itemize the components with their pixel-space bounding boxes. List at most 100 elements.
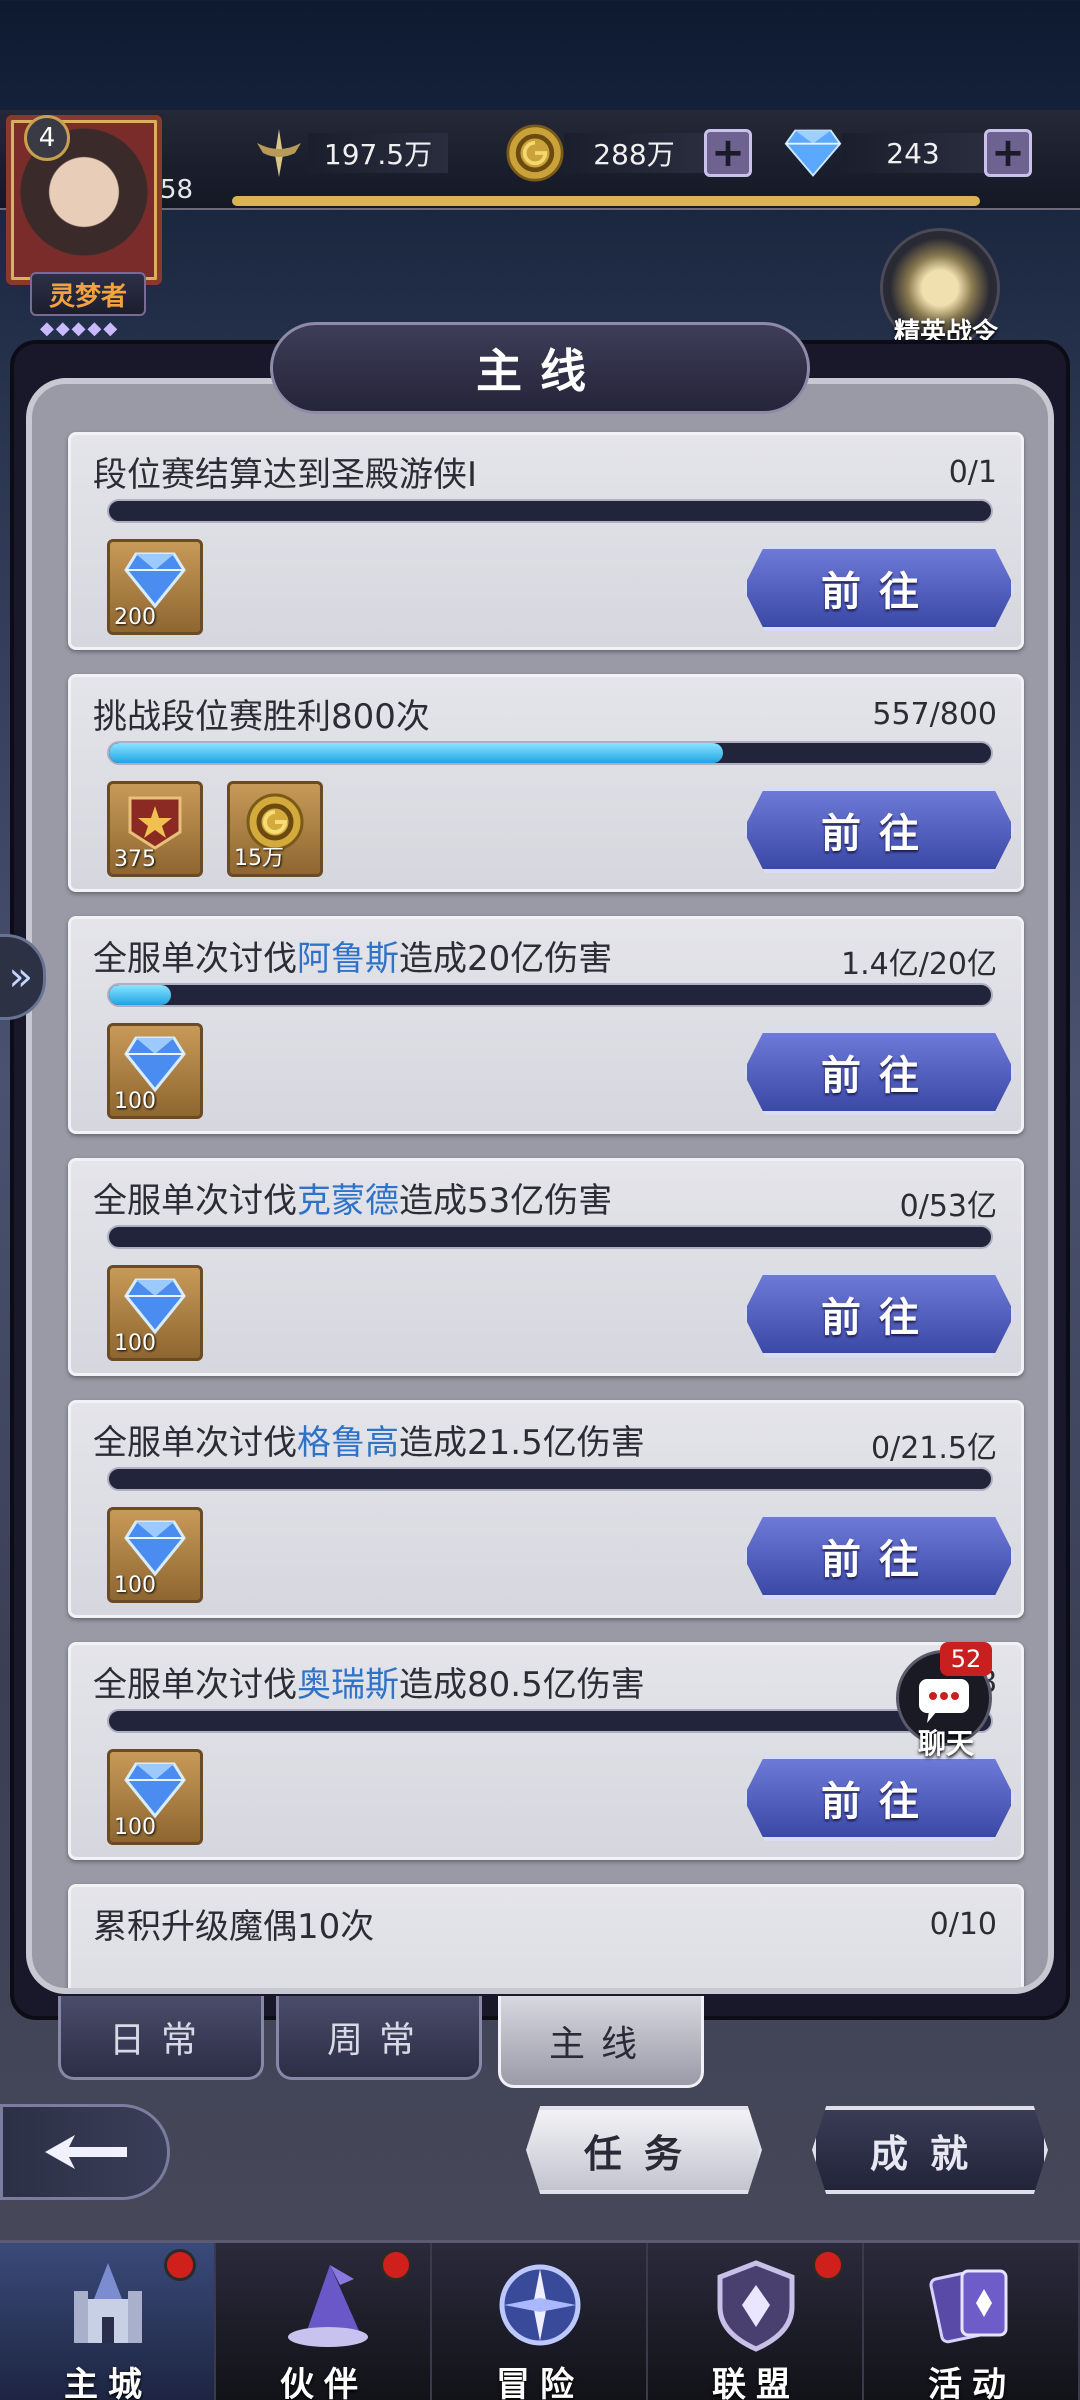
power-resource: 197.5万 [250,125,448,181]
reward-item[interactable]: 100 [107,1023,203,1119]
chat-label[interactable]: 聊天 [898,1722,994,1762]
boss-name: 阿鲁斯 [297,939,399,979]
task-progress-bar [107,983,993,1007]
compass-icon [490,2255,590,2355]
power-icon [250,124,308,182]
reward-count: 375 [114,847,156,872]
back-button[interactable] [0,2104,170,2200]
boss-name: 格鲁高 [297,1423,399,1463]
reward-count: 15万 [234,846,284,871]
task-card: 挑战段位赛胜利800次 557/800 375 15万 前往 [68,674,1024,892]
task-card: 全服单次讨伐阿鲁斯造成20亿伤害 1.4亿/20亿 100 前往 [68,916,1024,1134]
go-button[interactable]: 前往 [743,1271,1015,1357]
task-card: 全服单次讨伐奥瑞斯造成80.5亿伤害0/8100前往 [68,1642,1024,1860]
tab-weekly[interactable]: 周常 [276,1996,482,2080]
diamond-resource: 243 + [784,125,1032,181]
task-progress-bar [107,1709,993,1733]
task-progress-bar [107,1225,993,1249]
boss-name: 克蒙德 [297,1181,399,1221]
nav-label: 冒险 [496,2365,584,2400]
notification-dot [164,2249,196,2281]
task-card: 段位赛结算达到圣殿游侠Ⅰ 0/1 200 前往 [68,432,1024,650]
go-button[interactable]: 前往 [743,1513,1015,1599]
go-button[interactable]: 前往 [743,1755,1015,1841]
diamond-icon [122,550,188,610]
bottom-nav: 主城 伙伴 冒险 联盟 活动 [0,2240,1080,2400]
power-value: 197.5万 [308,133,448,173]
task-title: 全服单次讨伐奥瑞斯造成80.5亿伤害 [93,1665,645,1705]
nav-label: 主城 [64,2365,152,2400]
task-progress: 1.4亿/20亿 [841,947,997,982]
task-progress-bar [107,499,993,523]
task-progress: 0/53亿 [899,1189,997,1224]
nav-item-0[interactable]: 主城 [0,2243,216,2400]
tab-main-story[interactable]: 主线 [498,1996,704,2088]
task-progress-fill [109,985,171,1005]
add-gold-button[interactable]: + [704,129,752,177]
reward-count: 100 [114,1089,156,1114]
player-title: 灵梦者 [30,272,146,316]
cards-icon [922,2255,1022,2355]
task-card: 全服单次讨伐克蒙德造成53亿伤害 0/53亿 100 前往 [68,1158,1024,1376]
task-title: 全服单次讨伐阿鲁斯造成20亿伤害 [93,939,613,979]
nav-label: 联盟 [712,2365,800,2400]
go-button[interactable]: 前往 [743,545,1015,631]
notification-dot [812,2249,844,2281]
task-title: 累积升级魔偶10次 [93,1907,375,1947]
task-title: 全服单次讨伐克蒙德造成53亿伤害 [93,1181,613,1221]
shield-icon [706,2255,806,2355]
reward-count: 100 [114,1331,156,1356]
task-progress-fill [109,743,723,763]
go-button[interactable]: 前往 [743,1029,1015,1115]
task-button[interactable]: 任务 [526,2106,762,2194]
gold-resource: 288万 + [506,124,752,182]
experience-bar [232,196,980,206]
nav-item-3[interactable]: 联盟 [648,2243,864,2400]
task-progress-bar [107,741,993,765]
tab-daily[interactable]: 日常 [58,1996,264,2080]
diamond-icon [122,1276,188,1336]
title-stars: ◆◆◆◆◆ [40,318,120,339]
reward-count: 100 [114,1573,156,1598]
diamond-icon [122,1034,188,1094]
nav-item-4[interactable]: 活动 [864,2243,1080,2400]
gold-coin-icon [506,124,564,182]
reward-count: 100 [114,1815,156,1840]
player-level: 58 [160,175,194,205]
vip-level-badge: 4 [24,115,70,161]
go-button[interactable]: 前往 [743,787,1015,873]
reward-item[interactable]: 200 [107,539,203,635]
reward-item[interactable]: 100 [107,1749,203,1845]
task-progress: 0/10 [929,1907,997,1942]
task-title: 段位赛结算达到圣殿游侠Ⅰ [93,455,478,495]
task-progress: 0/21.5亿 [871,1431,997,1466]
achievement-button[interactable]: 成就 [812,2106,1048,2194]
diamond-icon [122,1760,188,1820]
task-card: 累积升级魔偶10次 0/10 [68,1884,1024,1988]
panel-header: 主线 [270,322,810,414]
wizard-hat-icon [274,2255,374,2355]
panel-title: 主线 [476,344,604,398]
back-arrow-icon [45,2135,127,2169]
task-title: 挑战段位赛胜利800次 [93,697,430,737]
reward-item[interactable]: 15万 [227,781,323,877]
task-progress-bar [107,1467,993,1491]
chat-unread-badge: 52 [940,1642,992,1676]
nav-label: 活动 [928,2365,1016,2400]
boss-name: 奥瑞斯 [297,1665,399,1705]
castle-icon [58,2255,158,2355]
reward-item[interactable]: 100 [107,1507,203,1603]
nav-label: 伙伴 [280,2365,368,2400]
diamond-value: 243 [842,133,984,173]
reward-item[interactable]: 375 [107,781,203,877]
gold-value: 288万 [564,133,704,173]
reward-count: 200 [114,605,156,630]
task-card: 全服单次讨伐格鲁高造成21.5亿伤害 0/21.5亿 100 前往 [68,1400,1024,1618]
notification-dot [380,2249,412,2281]
add-diamond-button[interactable]: + [984,129,1032,177]
nav-item-2[interactable]: 冒险 [432,2243,648,2400]
nav-item-1[interactable]: 伙伴 [216,2243,432,2400]
diamond-icon [784,124,842,182]
reward-item[interactable]: 100 [107,1265,203,1361]
diamond-icon [122,1518,188,1578]
